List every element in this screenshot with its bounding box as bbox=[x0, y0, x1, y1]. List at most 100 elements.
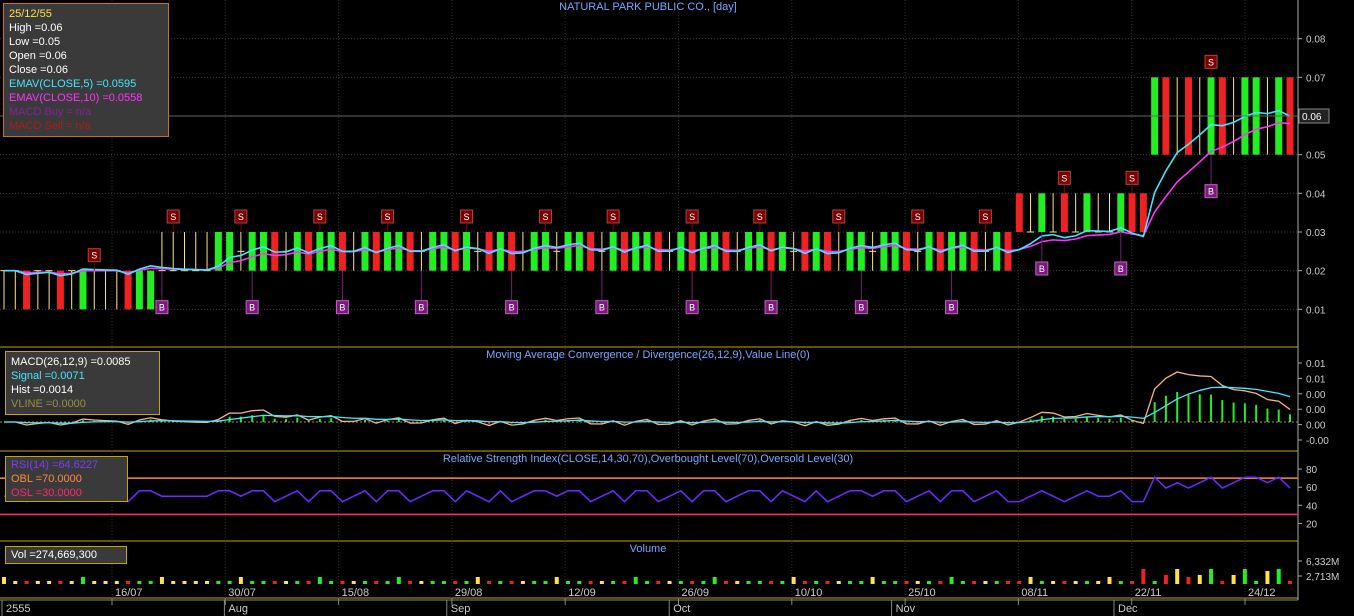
volume-bar bbox=[881, 581, 886, 584]
candle-up bbox=[564, 232, 572, 271]
volume-bar bbox=[1175, 569, 1180, 584]
candle-up bbox=[226, 232, 234, 271]
volume-tick-label: 2,713M bbox=[1306, 572, 1339, 583]
candle-up bbox=[846, 232, 854, 271]
volume-bar bbox=[577, 581, 582, 584]
volume-bar bbox=[430, 581, 435, 584]
candle-up bbox=[609, 232, 617, 271]
rsi-info-box: RSI(14) =64.6227 OBL =70.0000 OSL =30.0000 bbox=[5, 456, 128, 502]
volume-bar bbox=[238, 577, 243, 584]
stock-chart[interactable]: 0.01 0.02 0.03 0.04 0.05 0.06 0.07 0.08 S S S S S S S S… bbox=[0, 0, 1354, 616]
volume-bar bbox=[261, 581, 266, 584]
volume-bar bbox=[351, 581, 356, 584]
volume-bar bbox=[159, 577, 164, 584]
volume-bar bbox=[893, 581, 898, 584]
volume-bar bbox=[227, 581, 232, 584]
x-tick-label: 26/09 bbox=[682, 587, 710, 599]
candle-up bbox=[891, 232, 899, 271]
rsi-panel-title: Relative Strength Index(CLOSE,14,30,70),… bbox=[442, 453, 854, 465]
info-price-line: EMAV(CLOSE,5) =0.0595 bbox=[9, 78, 137, 90]
month-label: Sep bbox=[451, 603, 471, 615]
volume-bar bbox=[690, 581, 695, 584]
candle-up bbox=[440, 232, 448, 271]
x-tick-label: 24/12 bbox=[1248, 587, 1276, 599]
volume-bar bbox=[193, 581, 198, 584]
candle-up bbox=[575, 232, 583, 271]
volume-info-box: Vol =274,669,300 bbox=[5, 546, 127, 564]
info-macd-line: VLINE =0.0000 bbox=[11, 398, 86, 410]
buy-signal-label: B bbox=[1039, 264, 1045, 274]
volume-bar bbox=[385, 581, 390, 584]
volume-bar bbox=[464, 581, 469, 584]
month-label: Oct bbox=[673, 603, 690, 615]
candle-up bbox=[429, 232, 437, 271]
volume-bar bbox=[836, 581, 841, 584]
volume-bar bbox=[1130, 581, 1135, 584]
volume-bar bbox=[148, 581, 153, 584]
x-tick-label: 10/10 bbox=[795, 587, 823, 599]
macd-tick-label: 0.01 bbox=[1306, 359, 1326, 370]
candle-up bbox=[778, 232, 786, 271]
volume-bar bbox=[1265, 571, 1270, 584]
volume-bar bbox=[1039, 581, 1044, 584]
volume-bar bbox=[972, 581, 977, 584]
volume-bar bbox=[746, 581, 751, 584]
candle-up bbox=[79, 270, 87, 310]
buy-signal-label: B bbox=[249, 303, 255, 313]
info-rsi-line: OBL =70.0000 bbox=[11, 473, 82, 485]
candle-up bbox=[643, 232, 651, 271]
price-tick-label: 0.02 bbox=[1306, 267, 1326, 278]
volume-bar bbox=[611, 581, 616, 584]
volume-bar bbox=[543, 581, 548, 584]
volume-bar bbox=[802, 581, 807, 584]
volume-bar bbox=[769, 581, 774, 584]
volume-bar bbox=[825, 581, 830, 584]
price-tick-label: 0.04 bbox=[1306, 189, 1326, 200]
volume-bar bbox=[1163, 575, 1168, 584]
candle-down bbox=[23, 270, 31, 310]
candle-up bbox=[857, 232, 865, 271]
rsi-tick-label: 60 bbox=[1306, 483, 1318, 494]
volume-bar bbox=[35, 581, 40, 584]
volume-bar bbox=[848, 581, 853, 584]
candle-down bbox=[124, 270, 132, 310]
sell-signal-label: S bbox=[317, 212, 323, 222]
current-price-label: 0.06 bbox=[1302, 112, 1322, 123]
volume-bar bbox=[487, 581, 492, 584]
price-tick-label: 0.08 bbox=[1306, 35, 1326, 46]
volume-bar bbox=[1231, 575, 1236, 584]
volume-bar bbox=[588, 581, 593, 584]
volume-bar bbox=[960, 581, 965, 584]
volume-bar bbox=[1141, 569, 1146, 584]
buy-signal-label: B bbox=[1118, 264, 1124, 274]
volume-bar bbox=[317, 577, 322, 584]
volume-bar bbox=[645, 581, 649, 584]
volume-bar bbox=[554, 577, 559, 584]
info-macd-line: MACD(26,12,9) =0.0085 bbox=[11, 356, 131, 368]
candle-up bbox=[361, 232, 369, 271]
volume-bar bbox=[1242, 569, 1247, 584]
info-rsi-line: OSL =30.0000 bbox=[11, 487, 82, 499]
chart-title: NATURAL PARK PUBLIC CO., [day] bbox=[559, 1, 737, 13]
macd-tick-label: 0.00 bbox=[1306, 405, 1326, 416]
macd-info-box: MACD(26,12,9) =0.0085 Signal =0.0071 Hist … bbox=[5, 351, 160, 415]
buy-signal-label: B bbox=[509, 303, 515, 313]
x-tick-label: 25/10 bbox=[908, 587, 936, 599]
volume-bar bbox=[915, 581, 920, 584]
volume-bar bbox=[1152, 581, 1157, 584]
volume-bar bbox=[938, 581, 943, 584]
rsi-tick-label: 40 bbox=[1306, 501, 1318, 512]
candle-up bbox=[327, 232, 335, 271]
info-price-line: MACD Sell = n/a bbox=[9, 120, 91, 132]
candle-up bbox=[925, 232, 933, 271]
sell-signal-label: S bbox=[689, 212, 695, 222]
x-tick-label: 29/08 bbox=[455, 587, 483, 599]
candle-up bbox=[135, 270, 143, 310]
sell-signal-label: S bbox=[610, 212, 616, 222]
candle-up bbox=[496, 232, 504, 271]
macd-line bbox=[4, 371, 1291, 427]
volume-bar bbox=[904, 581, 909, 584]
sell-signal-label: S bbox=[1208, 57, 1214, 67]
month-label: Aug bbox=[228, 603, 248, 615]
volume-panel-title: Volume bbox=[629, 543, 667, 555]
